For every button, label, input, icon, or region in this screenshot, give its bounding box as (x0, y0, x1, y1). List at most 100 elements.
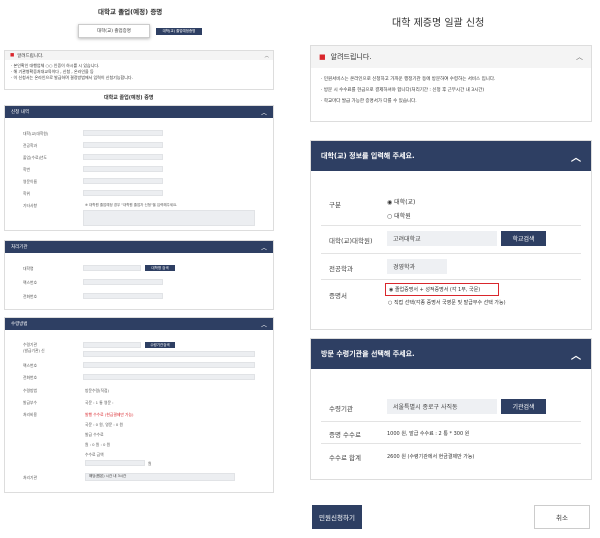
agency-field[interactable]: 서울특별시 종로구 사직동 (387, 399, 497, 414)
major-field[interactable] (83, 142, 163, 148)
left-receive-section: 수령방법 ︿ 수령기관 (발급기관) 신 수령기관검색 팩스번호 전화번호 수령방… (4, 317, 274, 493)
cancel-button[interactable]: 취소 (534, 505, 590, 529)
page-title: 대학 제증명 일괄 신청 (392, 18, 485, 29)
section-title: 방문 수령기관을 선택해 주세요. (321, 350, 415, 358)
radio-label: 졸업증명서 + 성적증명서 (각 1부, 국문) (394, 287, 481, 293)
button-label: 학교검색 (512, 236, 535, 243)
fax-field (83, 362, 255, 368)
field-label: (발급기관) 신 (23, 348, 45, 353)
chevron-up-icon[interactable]: ︿ (576, 52, 583, 62)
fee-line: 국문 : 0 원, 영문 : 0 원 (85, 422, 124, 427)
total-label: 수수료 합계 (329, 454, 361, 462)
major-value: 경영학과 (393, 264, 416, 271)
fee-label: 증명 수수료 (329, 431, 361, 439)
left-subtitle: 대학교 졸업(예정) 증명 (104, 95, 154, 101)
cert-option-bundle[interactable]: ◉ 졸업증명서 + 성적증명서 (각 1부, 국문) (385, 283, 499, 296)
processing-agency-field: 해당(원본) 시간 내 3시간 (85, 473, 235, 481)
chevron-up-icon[interactable]: ︿ (265, 53, 270, 59)
field-label: 팩스번호 (23, 280, 37, 285)
total-value: 2600 원 (수령기관에서 현금결제만 가능) (387, 454, 475, 460)
major-label: 전공학과 (329, 265, 353, 273)
university-field[interactable]: 고려대학교 (387, 231, 497, 246)
tab-expected-graduation[interactable]: 대학(교) 졸업예정증명 (156, 28, 202, 35)
chevron-up-icon[interactable]: ︿ (261, 320, 267, 329)
field-label: 전화번호 (23, 294, 37, 299)
section-header[interactable]: 처리기관 ︿ (5, 241, 273, 253)
left-application-section: 신청 내역 ︿ 대학(교)대학원) 전공학과 졸업(수료)년도 학번 영문이름 학… (4, 105, 274, 231)
section-title: 처리기관 (11, 245, 28, 250)
agency-label: 수령기관 (329, 405, 353, 413)
chevron-up-icon[interactable]: ︿ (261, 108, 267, 117)
university-field[interactable] (83, 130, 163, 136)
button-label: 기관검색 (512, 404, 535, 411)
grad-year-field[interactable] (83, 154, 163, 160)
field-label: 전공학과 (23, 143, 37, 148)
degree-field[interactable] (83, 190, 163, 196)
fee-line: 수수료 금액 (85, 452, 104, 457)
school-search-button[interactable]: 학교검색 (501, 231, 546, 246)
other-textarea[interactable] (83, 210, 255, 226)
processing-agency-text: 해당(원본) 시간 내 3시간 (89, 474, 127, 478)
chevron-up-icon[interactable]: ︿ (261, 243, 267, 252)
university-value: 고려대학교 (393, 236, 421, 243)
left-title: 대학교 졸업(예정) 증명 (98, 8, 163, 16)
fee-title: 발행 수수료 (현금결제만 가능) (85, 412, 134, 417)
field-label: 전화번호 (23, 375, 37, 380)
warning-icon: ■ (10, 53, 15, 58)
button-label: 취소 (556, 514, 568, 522)
radio-label: 대학(교) (394, 199, 416, 206)
fee-total-field (85, 460, 145, 466)
field-label: 영문이름 (23, 179, 37, 184)
university-name-field[interactable] (83, 265, 141, 271)
section-header[interactable]: 신청 내역 ︿ (5, 106, 273, 118)
fee-line: 원 : 0 원 : 0 원 (85, 442, 111, 447)
right-notice-line: · 방문 시 수수료를 현금으로 결제하셔야 합니다(처리기간 : 신청 후 근… (321, 88, 485, 93)
section-header[interactable]: 수령방법 ︿ (5, 318, 273, 330)
button-label: 대학명 검색 (151, 265, 169, 270)
student-id-field[interactable] (83, 166, 163, 172)
chevron-up-icon[interactable]: ︿ (571, 347, 581, 362)
cert-option-direct[interactable]: ○ 직접 선택(각종 증명서 국영문 및 발급부수 선택 가능) (388, 299, 506, 306)
left-notice-line: · 이 신청서는 온라인으로 발급하며 결정방법에서 입력이 신청기능합니다. (11, 75, 133, 80)
button-label: 민원신청하기 (319, 514, 355, 522)
major-field[interactable]: 경영학과 (387, 259, 447, 274)
phone-field (83, 293, 163, 299)
submit-button[interactable]: 민원신청하기 (312, 505, 362, 529)
university-search-button[interactable]: 대학명 검색 (145, 265, 175, 271)
copies-value[interactable]: 국문 : 1 통 영문 : (85, 400, 113, 406)
type-radio-university[interactable]: ◉ 대학(교) (387, 197, 415, 206)
field-label: 졸업(수료)년도 (23, 155, 47, 160)
fax-field (83, 279, 163, 285)
agency-search-button[interactable]: 수령기관검색 (145, 342, 175, 348)
left-notice-title: 알려드립니다. (17, 53, 44, 59)
certificate-label: 증명서 (329, 292, 347, 300)
phone-field (83, 374, 255, 380)
agency-search-button[interactable]: 기관검색 (501, 399, 546, 414)
section-title: 수령방법 (11, 322, 28, 327)
field-label: 학위 (23, 191, 30, 196)
tab-graduation[interactable]: 대학(교) 졸업증명 (78, 24, 150, 38)
section-title: 대학(교) 정보를 입력해 주세요. (321, 152, 415, 160)
section-header[interactable]: 방문 수령기관을 선택해 주세요. ︿ (311, 339, 591, 369)
type-radio-graduate[interactable]: ○ 대학원 (387, 211, 411, 220)
chevron-up-icon[interactable]: ︿ (571, 149, 581, 164)
right-notice-title: 알려드립니다. (330, 53, 372, 61)
field-label: 처리비용 (23, 412, 37, 417)
right-notice-line: · 학교마다 발급 가능한 증명서가 다를 수 있습니다. (321, 99, 417, 104)
receive-method-radio[interactable]: 방문수령(직접) (85, 388, 109, 394)
fee-value: 1000 원, 발급 수수료 : 2 통 * 300 원 (387, 431, 470, 437)
fee-line: 발급 수수료 (85, 432, 104, 437)
agency-value: 서울특별시 종로구 사직동 (393, 404, 458, 411)
left-agency-section: 처리기관 ︿ 대학명 대학명 검색 팩스번호 전화번호 (4, 240, 274, 310)
field-label: 팩스번호 (23, 363, 37, 368)
agency-address-field (83, 351, 255, 357)
left-notice-box: ■ 알려드립니다. ︿ · 본인확인 대행업체 ○○ 인증이 하시를 시 있습니… (4, 50, 274, 90)
field-label: 대학(교)대학원) (23, 131, 49, 136)
won-unit: 원 (148, 461, 152, 466)
tab-label: 대학(교) 졸업예정증명 (162, 29, 196, 33)
receive-agency-field[interactable] (83, 342, 141, 348)
warning-icon: ■ (319, 53, 326, 61)
english-name-field[interactable] (83, 178, 163, 184)
section-header[interactable]: 대학(교) 정보를 입력해 주세요. ︿ (311, 141, 591, 171)
section-title: 신청 내역 (11, 110, 29, 115)
